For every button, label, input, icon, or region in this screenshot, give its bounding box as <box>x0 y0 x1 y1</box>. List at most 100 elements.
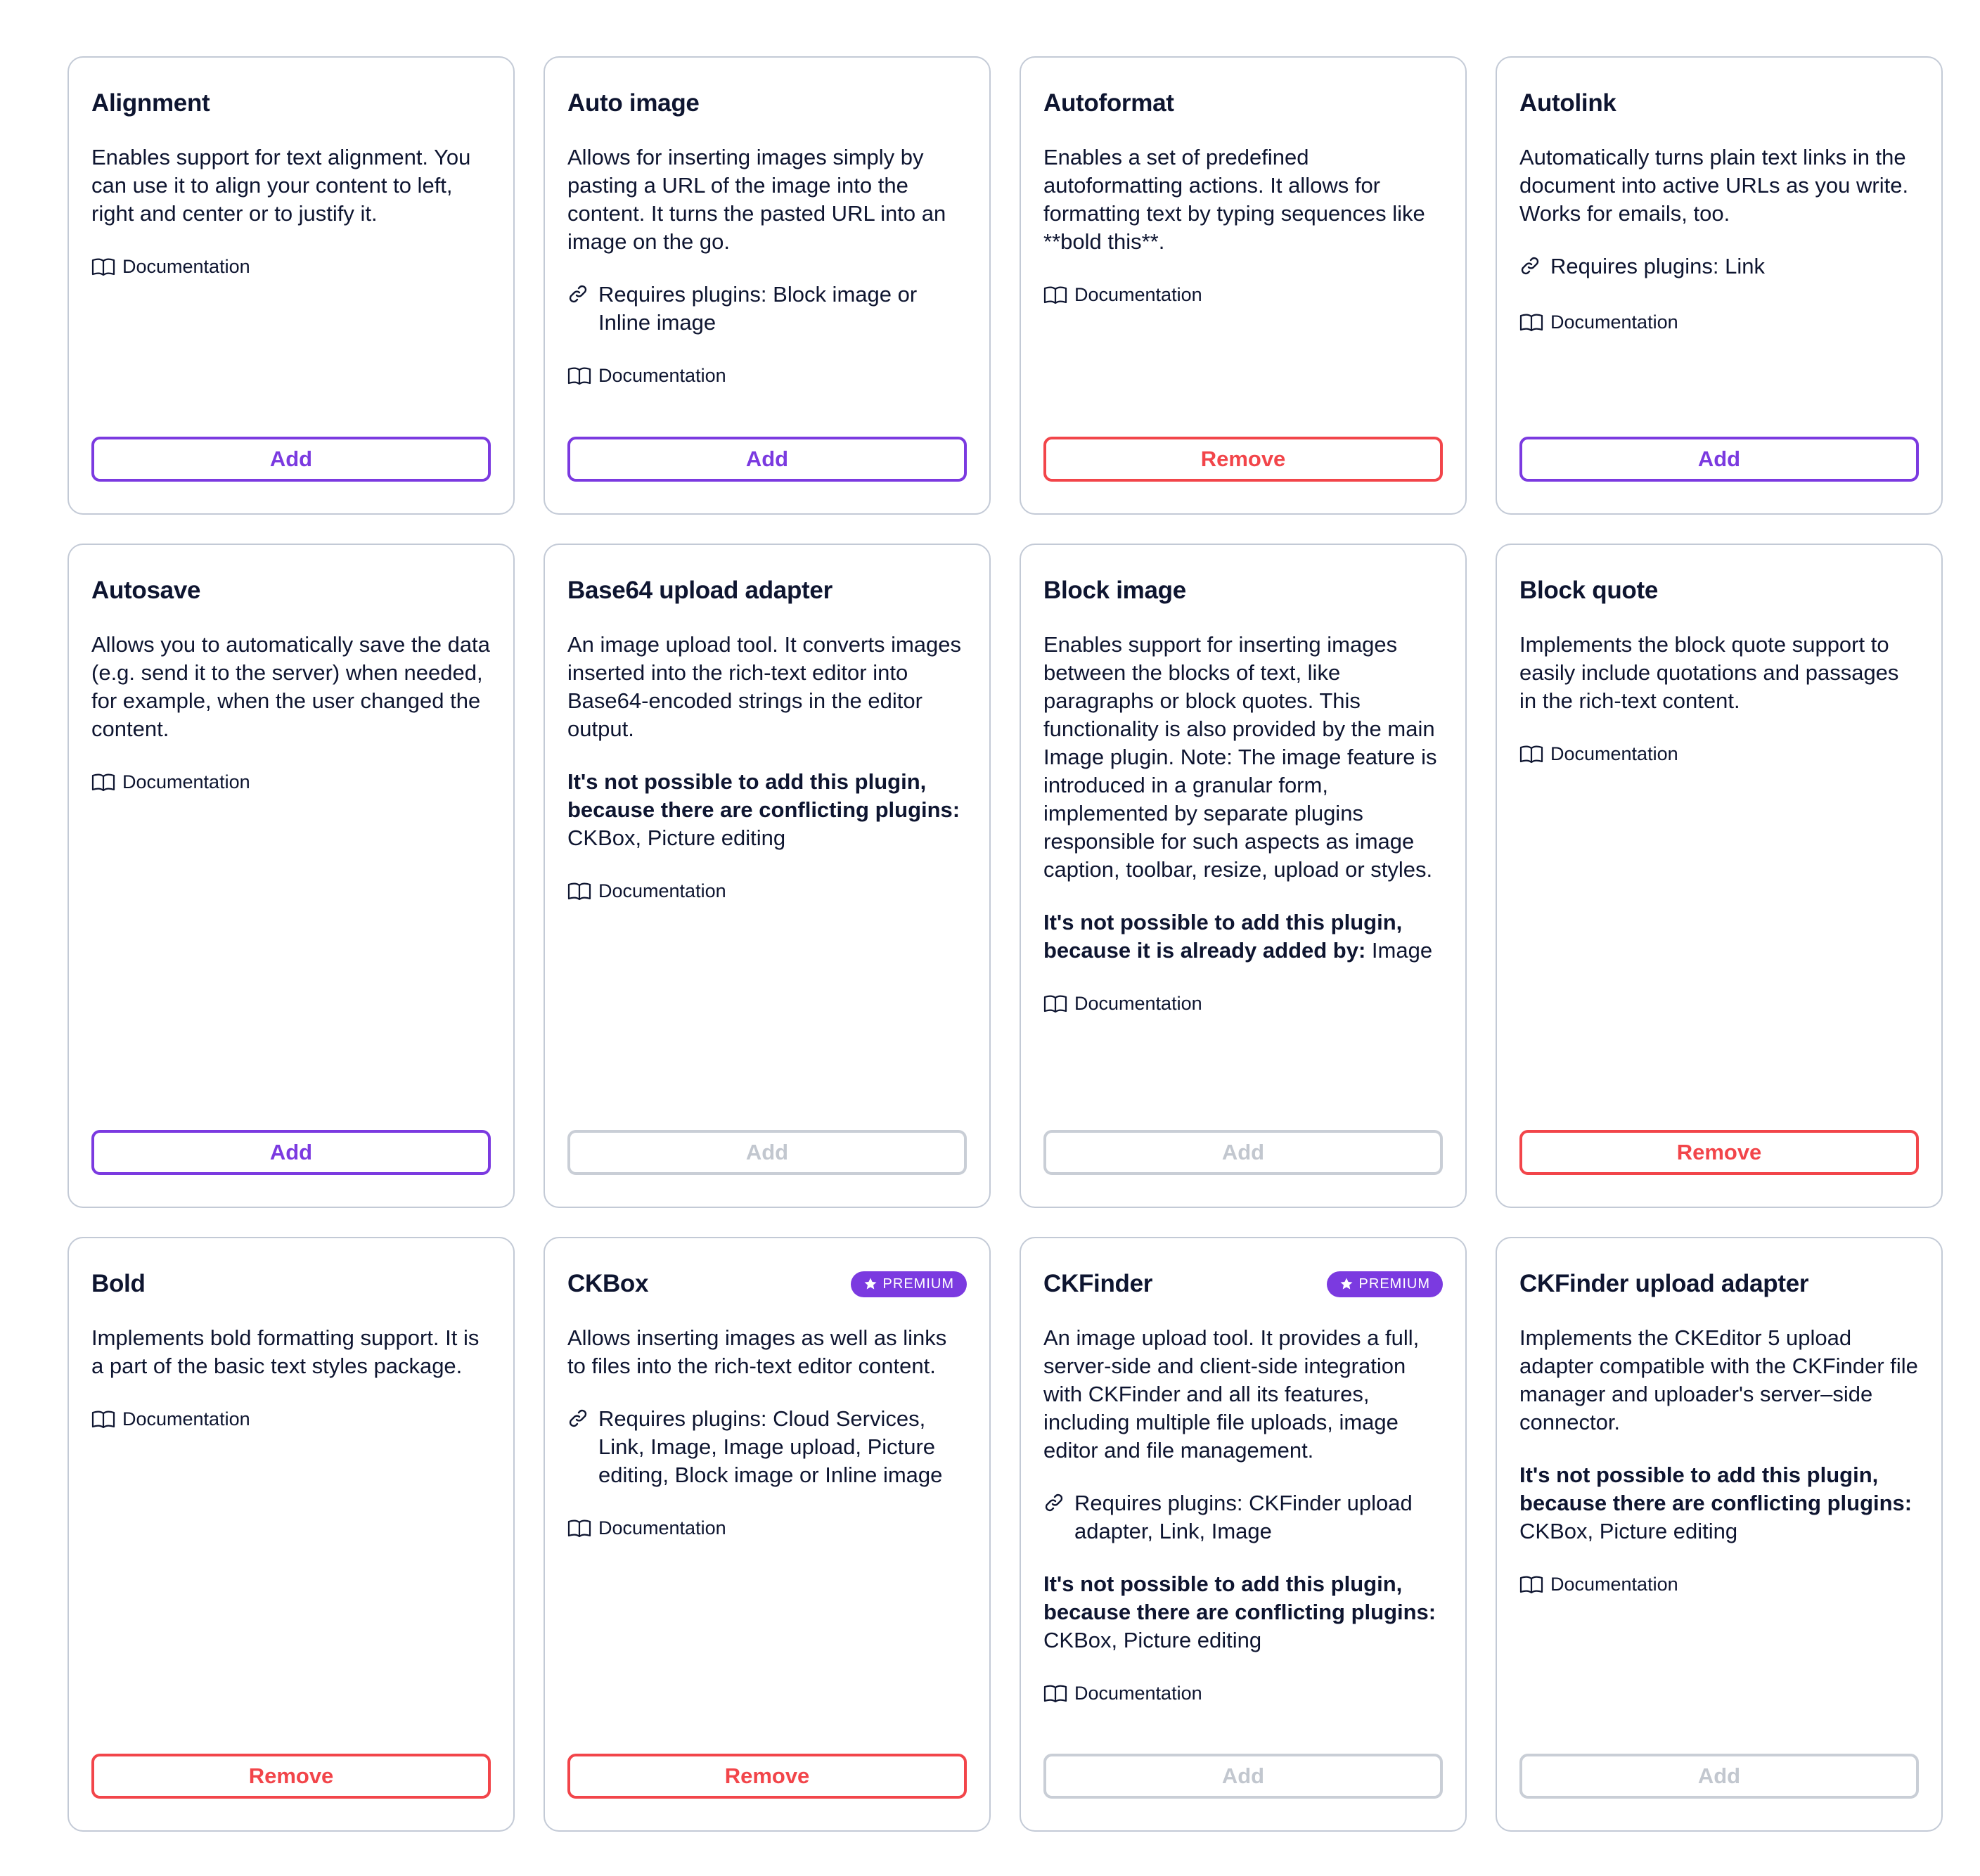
plugin-title: Bold <box>91 1270 146 1297</box>
add-button[interactable]: Add <box>567 437 967 482</box>
plugin-card-autoformat: Autoformat Enables a set of predefined au… <box>1020 56 1467 515</box>
book-icon <box>1519 314 1550 332</box>
premium-badge: PREMIUM <box>850 1271 967 1297</box>
documentation-label: Documentation <box>122 256 250 277</box>
documentation-link[interactable]: Documentation <box>91 771 491 793</box>
documentation-link[interactable]: Documentation <box>1043 1683 1443 1704</box>
plugin-description: An image upload tool. It provides a full… <box>1043 1325 1420 1463</box>
card-header: Auto image <box>567 84 967 122</box>
plugin-description: Implements the CKEditor 5 upload adapter… <box>1519 1325 1918 1434</box>
documentation-link[interactable]: Documentation <box>567 365 967 387</box>
conflict-heading: It's not possible to add this plugin, be… <box>567 769 960 822</box>
remove-button[interactable]: Remove <box>567 1754 967 1799</box>
conflict-heading: It's not possible to add this plugin, be… <box>1043 910 1403 963</box>
documentation-link[interactable]: Documentation <box>1519 311 1919 333</box>
add-button[interactable]: Add <box>1519 437 1919 482</box>
plugin-title: Autosave <box>91 577 201 604</box>
book-icon <box>1043 995 1074 1013</box>
book-icon <box>1519 745 1550 764</box>
card-header: CKFinder PREMIUM <box>1043 1265 1443 1303</box>
plugin-card-ckbox: CKBox PREMIUM Allows inserting images as w… <box>544 1237 991 1832</box>
conflict-notice: It's not possible to add this plugin, be… <box>1043 908 1443 965</box>
card-header: Block image <box>1043 572 1443 610</box>
conflict-notice: It's not possible to add this plugin, be… <box>1043 1570 1443 1655</box>
documentation-link[interactable]: Documentation <box>1519 1574 1919 1595</box>
premium-badge: PREMIUM <box>1326 1271 1443 1297</box>
book-icon <box>91 258 122 276</box>
conflict-plugins: CKBox, Picture editing <box>1519 1519 1738 1543</box>
documentation-link[interactable]: Documentation <box>1043 993 1443 1015</box>
plugin-description: Enables a set of predefined autoformatti… <box>1043 145 1425 254</box>
remove-button[interactable]: Remove <box>1519 1130 1919 1175</box>
remove-button[interactable]: Remove <box>91 1754 491 1799</box>
card-header: Autosave <box>91 572 491 610</box>
plugin-title: Base64 upload adapter <box>567 577 832 604</box>
conflict-notice: It's not possible to add this plugin, be… <box>567 768 967 852</box>
plugin-description: Implements the block quote support to ea… <box>1519 632 1899 713</box>
documentation-link[interactable]: Documentation <box>567 1517 967 1539</box>
card-header: Autoformat <box>1043 84 1443 122</box>
plugin-description: Enables support for text alignment. You … <box>91 145 471 226</box>
card-header: CKBox PREMIUM <box>567 1265 967 1303</box>
conflict-plugins: Image <box>1365 938 1433 963</box>
documentation-link[interactable]: Documentation <box>1043 284 1443 306</box>
book-icon <box>567 367 598 385</box>
book-icon <box>1519 1576 1550 1594</box>
add-button: Add <box>567 1130 967 1175</box>
book-icon <box>91 1411 122 1429</box>
plugin-card-bold: Bold Implements bold formatting support. … <box>68 1237 515 1832</box>
link-icon <box>567 1408 598 1489</box>
link-icon <box>1519 255 1550 283</box>
documentation-label: Documentation <box>1550 743 1678 764</box>
plugin-description: An image upload tool. It converts images… <box>567 632 962 741</box>
plugin-title: Block quote <box>1519 577 1658 604</box>
plugin-card-base64-upload-adapter: Base64 upload adapter An image upload too… <box>544 544 991 1208</box>
plugin-card-autosave: Autosave Allows you to automatically save… <box>68 544 515 1208</box>
conflict-plugins: CKBox, Picture editing <box>1043 1628 1262 1652</box>
premium-label: PREMIUM <box>882 1276 954 1292</box>
requires-text: Requires plugins: Cloud Services, Link, … <box>598 1406 943 1487</box>
remove-button[interactable]: Remove <box>1043 437 1443 482</box>
plugin-title: Auto image <box>567 89 700 117</box>
documentation-label: Documentation <box>1550 1574 1678 1595</box>
plugin-description: Automatically turns plain text links in … <box>1519 145 1909 226</box>
requires-plugins: Requires plugins: Cloud Services, Link, … <box>567 1405 967 1489</box>
documentation-link[interactable]: Documentation <box>1519 743 1919 765</box>
card-header: CKFinder upload adapter <box>1519 1265 1919 1303</box>
documentation-label: Documentation <box>122 771 250 792</box>
plugin-title: Autoformat <box>1043 89 1174 117</box>
plugin-card-auto-image: Auto image Allows for inserting images si… <box>544 56 991 515</box>
conflict-heading: It's not possible to add this plugin, be… <box>1519 1463 1912 1515</box>
link-icon <box>567 283 598 337</box>
documentation-link[interactable]: Documentation <box>91 256 491 278</box>
documentation-label: Documentation <box>122 1408 250 1430</box>
plugin-card-block-image: Block image Enables support for inserting… <box>1020 544 1467 1208</box>
card-header: Autolink <box>1519 84 1919 122</box>
plugin-card-ckfinder: CKFinder PREMIUM An image upload tool. It … <box>1020 1237 1467 1832</box>
book-icon <box>567 882 598 901</box>
documentation-label: Documentation <box>1550 311 1678 333</box>
plugin-card-block-quote: Block quote Implements the block quote su… <box>1496 544 1943 1208</box>
add-button: Add <box>1043 1130 1443 1175</box>
star-icon <box>863 1277 878 1291</box>
add-button[interactable]: Add <box>91 437 491 482</box>
plugin-description: Allows inserting images as well as links… <box>567 1325 947 1378</box>
documentation-link[interactable]: Documentation <box>567 880 967 902</box>
documentation-link[interactable]: Documentation <box>91 1408 491 1430</box>
book-icon <box>567 1520 598 1538</box>
conflict-notice: It's not possible to add this plugin, be… <box>1519 1461 1919 1546</box>
plugin-description: Implements bold formatting support. It i… <box>91 1325 480 1378</box>
link-icon <box>1043 1492 1074 1546</box>
add-button: Add <box>1519 1754 1919 1799</box>
requires-text: Requires plugins: Block image or Inline … <box>598 282 918 335</box>
card-header: Bold <box>91 1265 491 1303</box>
book-icon <box>1043 286 1074 304</box>
book-icon <box>1043 1685 1074 1703</box>
plugin-title: Block image <box>1043 577 1186 604</box>
plugin-title: Alignment <box>91 89 210 117</box>
plugin-title: CKFinder <box>1043 1270 1153 1297</box>
requires-plugins: Requires plugins: Block image or Inline … <box>567 281 967 337</box>
documentation-label: Documentation <box>1074 284 1202 305</box>
add-button[interactable]: Add <box>91 1130 491 1175</box>
plugin-description: Allows for inserting images simply by pa… <box>567 145 946 254</box>
